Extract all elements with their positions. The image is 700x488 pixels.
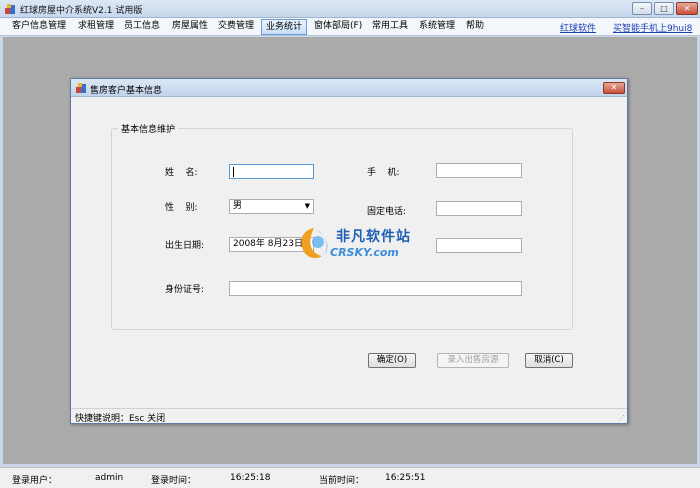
menu-window-layout[interactable]: 窗体部局(F) bbox=[310, 19, 366, 35]
gender-label: 性 别: bbox=[165, 203, 198, 213]
watermark-subtitle: CRSKY.com bbox=[330, 246, 399, 259]
maximize-button[interactable]: □ bbox=[654, 2, 674, 15]
status-bar: 登录用户： admin 登录时间： 16:25:18 当前时间： 16:25:5… bbox=[0, 467, 700, 488]
gender-value: 男 bbox=[233, 201, 243, 211]
current-time-value: 16:25:51 bbox=[385, 473, 426, 483]
mobile-label: 手 机: bbox=[367, 168, 400, 178]
login-user-value: admin bbox=[95, 473, 124, 483]
minimize-button[interactable]: – bbox=[632, 2, 652, 15]
cancel-button[interactable]: 取消(C) bbox=[525, 353, 573, 368]
dialog-app-icon bbox=[76, 83, 86, 93]
link-buy-smartphone[interactable]: 买智能手机上9hui8 bbox=[613, 21, 692, 34]
shortcut-hint: 快捷键说明：Esc 关闭 bbox=[75, 414, 166, 424]
ok-button[interactable]: 确定(O) bbox=[368, 353, 416, 368]
name-label: 姓 名: bbox=[165, 168, 198, 178]
dialog-status-bar: 快捷键说明：Esc 关闭 ⋰ bbox=[71, 408, 627, 424]
close-button[interactable]: ✕ bbox=[676, 2, 698, 15]
login-user-label: 登录用户： bbox=[12, 476, 58, 486]
menu-help[interactable]: 帮助 bbox=[462, 19, 488, 35]
mobile-input[interactable] bbox=[436, 163, 522, 178]
menu-system[interactable]: 系统管理 bbox=[415, 19, 459, 35]
watermark: 非凡软件站 CRSKY.com bbox=[294, 222, 414, 266]
register-listing-button[interactable]: 录入出售房源 bbox=[437, 353, 509, 368]
extra-input[interactable] bbox=[436, 238, 522, 253]
birth-label: 出生日期: bbox=[165, 241, 205, 251]
dialog-title: 售房客户基本信息 bbox=[90, 86, 163, 96]
app-title: 红球房屋中介系统V2.1 试用版 bbox=[20, 6, 143, 16]
resize-grip-icon[interactable]: ⋰ bbox=[618, 414, 625, 422]
id-number-input[interactable] bbox=[229, 281, 522, 296]
login-time-label: 登录时间： bbox=[151, 476, 197, 486]
login-time-value: 16:25:18 bbox=[230, 473, 271, 483]
phone-label: 固定电话: bbox=[367, 207, 407, 217]
id-label: 身份证号: bbox=[165, 285, 205, 295]
watermark-title: 非凡软件站 bbox=[336, 229, 411, 245]
app-icon bbox=[5, 4, 15, 14]
current-time-label: 当前时间： bbox=[319, 476, 365, 486]
chevron-down-icon: ▼ bbox=[304, 202, 310, 210]
menu-house-attributes[interactable]: 房屋属性 bbox=[168, 19, 212, 35]
menu-bar: 客户信息管理 求租管理 员工信息 房屋属性 交费管理 业务统计 窗体部局(F) … bbox=[0, 18, 700, 36]
menu-business-stats[interactable]: 业务统计 bbox=[261, 19, 308, 35]
menu-tools[interactable]: 常用工具 bbox=[368, 19, 412, 35]
birth-date-value: 2008年 8月23日 bbox=[233, 239, 303, 249]
text-caret bbox=[233, 167, 234, 177]
menu-customer-info[interactable]: 客户信息管理 bbox=[8, 19, 70, 35]
link-hongqiu-software[interactable]: 红球软件 bbox=[560, 21, 596, 34]
watermark-logo-icon bbox=[301, 228, 328, 259]
menu-payment[interactable]: 交费管理 bbox=[214, 19, 258, 35]
group-title: 基本信息维护 bbox=[118, 122, 179, 135]
gender-select[interactable]: 男 ▼ bbox=[229, 199, 314, 214]
dialog-close-button[interactable]: ✕ bbox=[603, 82, 625, 94]
menu-staff-info[interactable]: 员工信息 bbox=[120, 19, 164, 35]
name-input[interactable] bbox=[229, 164, 314, 179]
phone-input[interactable] bbox=[436, 201, 522, 216]
main-title-bar: 红球房屋中介系统V2.1 试用版 – □ ✕ bbox=[0, 0, 700, 18]
menu-rent-request[interactable]: 求租管理 bbox=[74, 19, 118, 35]
dialog-title-bar[interactable]: 售房客户基本信息 ✕ bbox=[71, 79, 627, 97]
